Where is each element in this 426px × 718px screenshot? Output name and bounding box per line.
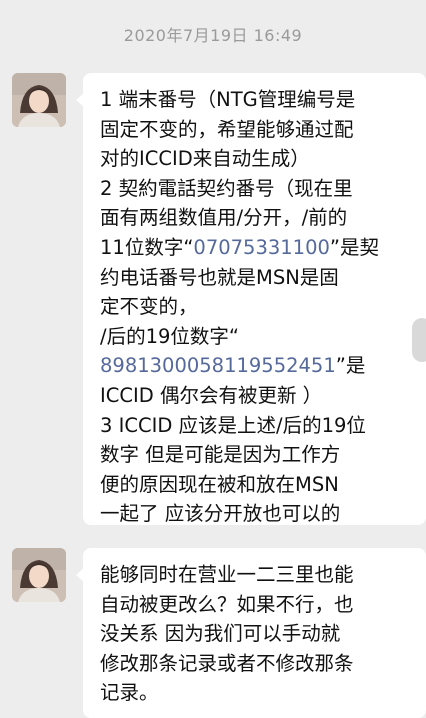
bubble-tail	[76, 568, 84, 582]
bubble-tail	[76, 93, 84, 107]
message-line: 8981300058119552451”是	[100, 351, 412, 381]
chat-timestamp: 2020年7月19日 16:49	[123, 26, 303, 45]
message-bubble[interactable]: 能够同时在营业一二三里也能 自动被更改么？如果不行，也 没关系 因为我们可以手动…	[76, 548, 426, 718]
message-bubble[interactable]: 1 端末番号（NTG管理编号是 固定不变的，希望能够通过配 对的ICCID来自动…	[76, 73, 426, 525]
message-text: 11位数字“	[100, 235, 194, 259]
message-line: 没关系 因为我们可以手动就	[100, 622, 341, 646]
message-line: 面有两组数值用/分开，/前的	[100, 206, 348, 230]
message-line: 定不变的，	[100, 295, 198, 319]
message-line: /后的19位数字“	[100, 324, 239, 348]
message-text: ”是	[335, 354, 366, 378]
message-line: ICCID 偶尔会有被更新 ）	[100, 383, 323, 407]
message-line: 便的原因现在被和放在MSN	[100, 472, 339, 496]
avatar[interactable]	[12, 548, 66, 602]
message-line: 对的ICCID来自动生成）	[100, 147, 310, 171]
scroll-handle[interactable]	[412, 318, 426, 362]
message-line: 3 ICCID 应该是上述/后的19位	[100, 413, 366, 437]
message-line: 约电话番号也就是MSN是固	[100, 265, 339, 289]
message-line: 固定不变的，希望能够通过配	[100, 117, 354, 141]
message-line: 2 契約電話契约番号（现在里	[100, 176, 353, 200]
message-line: 修改那条记录或者不修改那条	[100, 651, 354, 675]
message-line: 记录。	[100, 681, 159, 705]
avatar[interactable]	[12, 73, 66, 127]
message-line: 一起了 应该分开放也可以的	[100, 502, 341, 526]
message-line: 11位数字“07075331100”是契	[100, 233, 412, 263]
message-line: 数字 但是可能是因为工作方	[100, 443, 341, 467]
message-line: 1 端末番号（NTG管理编号是	[100, 88, 356, 111]
iccid-number-link[interactable]: 8981300058119552451	[100, 354, 336, 377]
message-line: 自动被更改么？如果不行，也	[100, 592, 354, 616]
message-text: ”是契	[329, 235, 380, 259]
phone-number-link[interactable]: 07075331100	[193, 236, 329, 259]
message-line: 能够同时在营业一二三里也能	[100, 563, 354, 586]
